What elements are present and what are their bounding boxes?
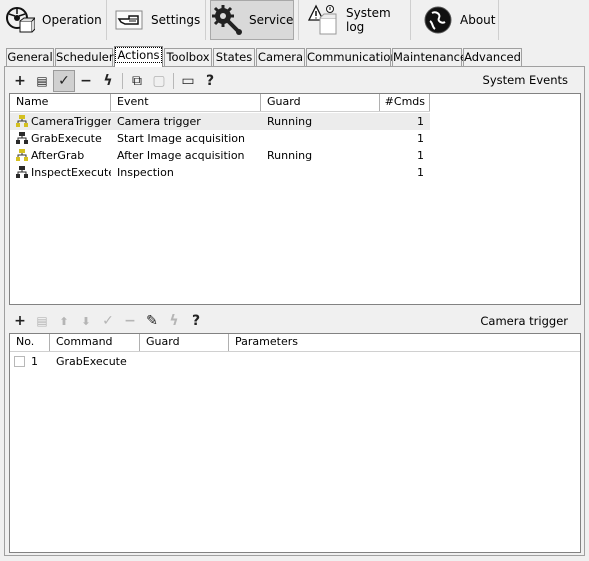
tab-camera[interactable]: Camera [256,48,305,66]
duplicate-command-button[interactable]: ▤ [31,310,53,332]
tab-maintenance[interactable]: Maintenance [392,48,467,66]
top-navigation: Operation Settings Service System log Ab… [0,0,589,42]
tab-advanced[interactable]: Advanced [463,48,522,66]
event-name-cell: CameraTrigger [10,113,111,130]
duplicate-event-button[interactable]: ▤ [31,70,53,92]
commands-toolbar: + ▤ ⬆ ⬇ ✓ − ✎ ϟ ? [9,309,207,333]
command-cell: GrabExecute [56,355,127,368]
tab-general[interactable]: General [6,48,54,66]
enable-command-button[interactable]: ✓ [97,310,119,332]
event-name-cell: GrabExecute [10,130,111,147]
guard-cell: Running [267,149,313,162]
tab-communication[interactable]: Communication [306,48,398,66]
settings-button[interactable]: Settings [113,0,203,40]
toolbar-separator [122,73,123,89]
execute-command-button[interactable]: ϟ [163,310,185,332]
table-row[interactable]: InspectExecute Inspection 1 [10,164,430,181]
column-header-command[interactable]: Command [50,334,140,351]
cmds-cell: 1 [417,166,424,179]
events-table[interactable]: Name Event Guard #Cmds CameraTrigger Cam… [9,93,581,305]
command-enabled-checkbox[interactable] [14,356,25,367]
move-up-button[interactable]: ⬆ [53,310,75,332]
properties-button[interactable]: ▭ [177,70,199,92]
cmds-cell: 1 [417,115,424,128]
remove-event-button[interactable]: − [75,70,97,92]
guard-cell: Running [267,115,313,128]
tab-states[interactable]: States [213,48,255,66]
event-cell: After Image acquisition [117,149,245,162]
operation-button[interactable]: Operation [4,0,104,40]
event-tree-dark-icon [16,166,28,178]
service-gear-wrench-icon [211,4,243,36]
table-row[interactable]: GrabExecute Start Image acquisition 1 [10,130,430,147]
event-tree-yellow-icon [16,149,28,161]
event-cell: Inspection [117,166,174,179]
add-command-button[interactable]: + [9,310,31,332]
column-header-cmds[interactable]: #Cmds [380,94,430,111]
commands-table-header: No. Command Guard Parameters [10,334,580,352]
cmds-cell: 1 [417,132,424,145]
paste-event-button[interactable]: ▢ [148,70,170,92]
event-cell: Camera trigger [117,115,201,128]
event-tree-dark-icon [16,132,28,144]
tab-actions[interactable]: Actions [114,46,163,67]
table-row[interactable]: CameraTrigger Camera trigger Running 1 [10,113,430,130]
command-no-cell: 1 [10,353,50,370]
table-row[interactable]: AfterGrab After Image acquisition Runnin… [10,147,430,164]
table-row[interactable]: 1 GrabExecute [10,353,580,370]
add-event-button[interactable]: + [9,70,31,92]
event-name-cell: AfterGrab [10,147,111,164]
enable-event-button[interactable]: ✓ [53,70,75,92]
event-name-cell: InspectExecute [10,164,111,181]
events-table-header: Name Event Guard #Cmds [10,94,430,112]
tab-scheduler[interactable]: Scheduler [55,48,114,66]
column-header-parameters[interactable]: Parameters [229,334,580,351]
settings-label: Settings [151,13,201,27]
column-header-event[interactable]: Event [111,94,261,111]
system-log-button[interactable]: System log [308,0,408,40]
column-header-name[interactable]: Name [10,94,111,111]
column-header-guard[interactable]: Guard [140,334,229,351]
service-label: Service [249,13,294,27]
operation-label: Operation [42,13,102,27]
event-tree-yellow-icon [16,115,28,127]
toolbar-separator [173,73,174,89]
about-label: About [460,13,496,27]
commands-caption: Camera trigger [480,314,568,328]
settings-hand-icon [113,4,145,36]
events-caption: System Events [482,73,568,87]
system-log-label: System log [346,6,391,34]
system-log-icon [308,4,340,36]
commands-table[interactable]: No. Command Guard Parameters 1 GrabExecu… [9,333,581,553]
actions-panel: + ▤ ✓ − ϟ ⧉ ▢ ▭ ? System Events Name Eve… [4,66,585,556]
column-header-no[interactable]: No. [10,334,50,351]
about-button[interactable]: About [422,0,502,40]
service-button[interactable]: Service [210,0,294,40]
about-globe-icon [422,4,454,36]
execute-event-button[interactable]: ϟ [97,70,119,92]
tab-toolbox[interactable]: Toolbox [164,48,212,66]
edit-command-button[interactable]: ✎ [141,310,163,332]
remove-command-button[interactable]: − [119,310,141,332]
cmds-cell: 1 [417,149,424,162]
copy-event-button[interactable]: ⧉ [126,70,148,92]
move-down-button[interactable]: ⬇ [75,310,97,332]
event-cell: Start Image acquisition [117,132,245,145]
help-button[interactable]: ? [185,310,207,332]
column-header-guard[interactable]: Guard [261,94,380,111]
help-button[interactable]: ? [199,70,221,92]
events-toolbar: + ▤ ✓ − ϟ ⧉ ▢ ▭ ? [9,69,221,93]
operation-icon [4,4,36,36]
